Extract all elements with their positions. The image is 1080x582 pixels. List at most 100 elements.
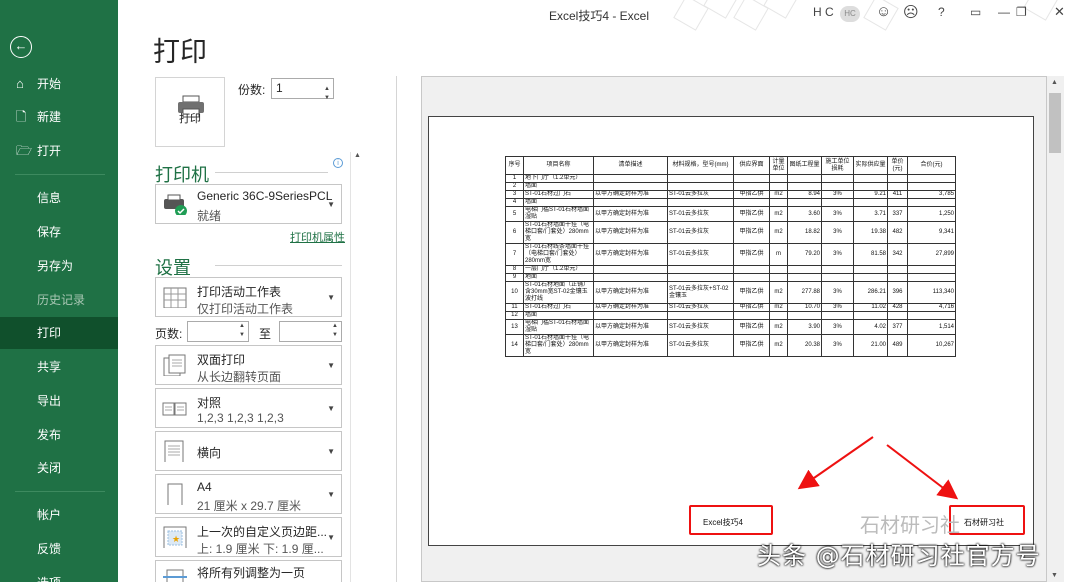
scroll-down-icon[interactable]: ▼ xyxy=(1051,572,1058,579)
printer-status: 就绪 xyxy=(197,209,222,223)
page-from-input[interactable]: ▲ ▼ xyxy=(187,321,249,342)
table-header-cell: 施工单位损耗 xyxy=(821,156,854,175)
table-cell: 4.02 xyxy=(853,319,888,335)
smile-feedback-icon[interactable]: ☺ xyxy=(876,3,891,20)
title-bar: Excel技巧4 - Excel H C HC ☺ ☹ ? ▭ — ❐ ✕ xyxy=(118,0,1080,31)
table-cell: 3.71 xyxy=(853,206,888,222)
minimize-icon[interactable]: — xyxy=(998,5,1010,19)
nav-account[interactable]: 帐户 xyxy=(0,499,118,531)
orientation-select[interactable]: 横向 ▼ xyxy=(155,431,342,471)
table-cell: m2 xyxy=(769,319,788,335)
table-cell xyxy=(667,198,734,207)
help-icon[interactable]: ? xyxy=(938,5,945,19)
printer-properties-link[interactable]: 打印机属性 xyxy=(290,229,345,245)
table-body: 1 地下门厅（1.2单元） 2 墙面 3 ST-01石材过门石 以甲方确定封样为准 ST-01… xyxy=(505,174,956,357)
frown-feedback-icon[interactable]: ☹ xyxy=(903,3,919,21)
spin-down-icon[interactable]: ▼ xyxy=(324,89,330,108)
nav-open[interactable]: 🗁 打开 xyxy=(0,135,118,167)
table-cell: 10.70 xyxy=(787,303,822,312)
annotation-box xyxy=(949,505,1025,535)
chevron-down-icon: ▼ xyxy=(327,293,335,302)
restore-icon[interactable]: ❐ xyxy=(1016,5,1027,19)
nav-new[interactable]: 🗋 新建 xyxy=(0,101,118,133)
table-header-cell: 序号 xyxy=(505,156,524,175)
nav-print[interactable]: 打印 xyxy=(0,317,118,349)
table-cell xyxy=(769,174,788,183)
info-icon[interactable]: i xyxy=(333,158,343,168)
ribbon-display-icon[interactable]: ▭ xyxy=(970,5,981,19)
table-cell: 地下门厅（1.2单元） xyxy=(523,174,594,183)
table-cell: 18.82 xyxy=(787,221,822,244)
close-icon[interactable]: ✕ xyxy=(1054,4,1065,20)
nav-close[interactable]: 关闭 xyxy=(0,452,118,484)
collate-select[interactable]: 对照 1,2,3 1,2,3 1,2,3 ▼ xyxy=(155,388,342,428)
print-button[interactable]: 打印 xyxy=(155,77,225,147)
table-header-cell: 供应界面 xyxy=(733,156,770,175)
table-cell xyxy=(821,182,854,191)
scroll-up-icon[interactable]: ▲ xyxy=(354,152,361,159)
table-cell xyxy=(593,182,668,191)
worksheet-icon xyxy=(163,287,187,308)
table-cell xyxy=(821,311,854,320)
table-cell xyxy=(769,198,788,207)
margins-select[interactable]: ★ 上一次的自定义页边距... 上: 1.9 厘米 下: 1.9 厘... ▼ xyxy=(155,517,342,557)
table-cell: m xyxy=(769,243,788,266)
table-cell xyxy=(907,273,956,282)
preview-scrollbar[interactable]: ▲ ▼ xyxy=(1047,76,1064,582)
panel-divider xyxy=(396,76,397,582)
table-cell: ST-01云多拉灰 xyxy=(667,206,734,222)
page-to-input[interactable]: ▲ ▼ xyxy=(279,321,342,342)
nav-publish[interactable]: 发布 xyxy=(0,419,118,451)
table-cell: 12 xyxy=(505,311,524,320)
table-cell: ST-01石材过门石 xyxy=(523,303,594,312)
nav-divider xyxy=(15,174,105,175)
table-cell xyxy=(853,182,888,191)
table-cell xyxy=(887,174,908,183)
svg-text:★: ★ xyxy=(172,534,180,544)
duplex-select[interactable]: 双面打印 从长边翻转页面 ▼ xyxy=(155,345,342,385)
nav-feedback[interactable]: 反馈 xyxy=(0,533,118,565)
table-header-cell: 计量单位 xyxy=(769,156,788,175)
table-cell: 以甲方确定封样为准 xyxy=(593,303,668,312)
table-cell xyxy=(853,174,888,183)
copies-input[interactable]: 1 ▲ ▼ xyxy=(271,78,334,101)
nav-save[interactable]: 保存 xyxy=(0,216,118,248)
table-cell: 3.60 xyxy=(787,206,822,222)
user-initials[interactable]: H C xyxy=(813,5,834,19)
settings-scrollbar[interactable]: ▲ xyxy=(350,152,366,582)
nav-options[interactable]: 选项 xyxy=(0,567,118,582)
back-arrow-icon[interactable]: ← xyxy=(10,36,32,58)
scroll-thumb[interactable] xyxy=(1049,93,1061,153)
paper-size-select[interactable]: A4 21 厘米 x 29.7 厘米 ▼ xyxy=(155,474,342,514)
table-cell: 3% xyxy=(821,190,854,199)
table-cell: 81.58 xyxy=(853,243,888,266)
table-cell xyxy=(733,273,770,282)
table-header-cell: 单价(元) xyxy=(887,156,908,175)
table-row: 14 ST-01石材墙面干挂（电梯口套/门套处）280mm宽 以甲方确定封样为准 ST… xyxy=(505,334,956,357)
nav-export[interactable]: 导出 xyxy=(0,385,118,417)
scaling-select[interactable]: 将所有列调整为一页 xyxy=(155,560,342,582)
table-row: 2 墙面 xyxy=(505,182,956,191)
table-cell xyxy=(787,311,822,320)
nav-history[interactable]: 历史记录 xyxy=(0,284,118,316)
table-cell: 7 xyxy=(505,243,524,266)
scroll-up-icon[interactable]: ▲ xyxy=(1051,79,1058,86)
table-cell: 3.90 xyxy=(787,319,822,335)
table-header-cell: 实际供应量 xyxy=(853,156,888,175)
nav-save-as[interactable]: 另存为 xyxy=(0,250,118,282)
nav-info[interactable]: 信息 xyxy=(0,182,118,214)
avatar[interactable]: HC xyxy=(840,6,860,22)
chevron-down-icon: ▼ xyxy=(327,533,335,542)
nav-share[interactable]: 共享 xyxy=(0,351,118,383)
nav-home[interactable]: ⌂ 开始 xyxy=(0,68,118,100)
table-cell: 以甲方确定封样为准 xyxy=(593,319,668,335)
printer-select[interactable]: Generic 36C-9SeriesPCL 就绪 ▼ xyxy=(155,184,342,224)
table-cell xyxy=(733,311,770,320)
table-cell: 79.20 xyxy=(787,243,822,266)
table-cell: 482 xyxy=(887,221,908,244)
table-cell xyxy=(907,174,956,183)
table-cell: 以甲方确定封样为准 xyxy=(593,243,668,266)
print-what-select[interactable]: 打印活动工作表 仅打印活动工作表 ▼ xyxy=(155,277,342,317)
table-header-cell: 清单描述 xyxy=(593,156,668,175)
table-cell: m2 xyxy=(769,334,788,357)
